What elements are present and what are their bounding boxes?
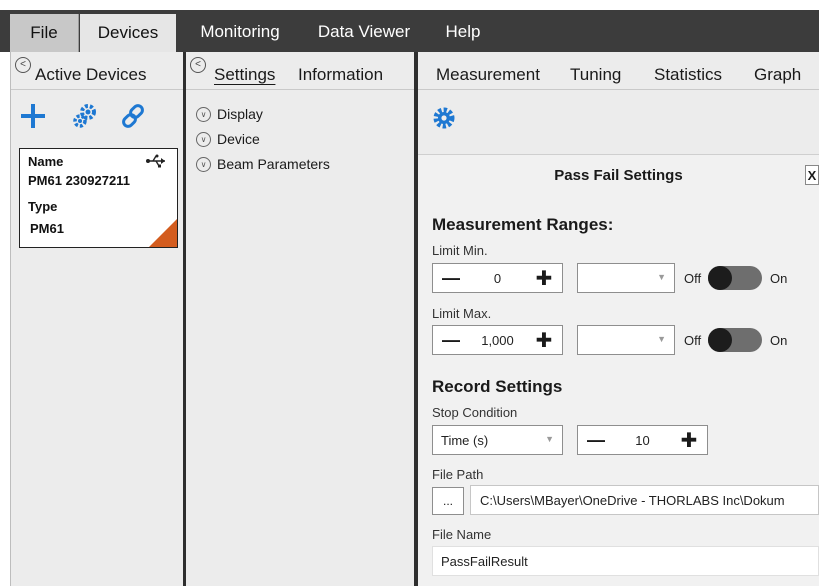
close-button[interactable]: X bbox=[805, 165, 819, 185]
device-name-value: PM61 230927211 bbox=[28, 173, 130, 188]
file-path-input[interactable]: C:\Users\MBayer\OneDrive - THORLABS Inc\… bbox=[470, 485, 819, 515]
limit-max-stepper: — 1,000 ✚ bbox=[432, 325, 563, 355]
menu-monitoring[interactable]: Monitoring bbox=[188, 12, 292, 52]
tab-statistics[interactable]: Statistics bbox=[654, 65, 722, 85]
link-icon[interactable] bbox=[119, 102, 147, 130]
settings-panel: < Settings Information ∨ Display ∨ Devic… bbox=[186, 52, 414, 586]
limit-max-value[interactable]: 1,000 bbox=[469, 333, 526, 348]
limit-min-label: Limit Min. bbox=[432, 243, 488, 258]
decrement-button[interactable]: — bbox=[578, 430, 614, 451]
measurement-tabs: Measurement Tuning Statistics Graph bbox=[418, 52, 819, 90]
tree-item-label: Display bbox=[217, 106, 263, 122]
increment-button[interactable]: ✚ bbox=[671, 428, 707, 453]
menu-help[interactable]: Help bbox=[438, 12, 488, 52]
tree-item-beam-parameters[interactable]: ∨ Beam Parameters bbox=[196, 154, 330, 174]
chevron-down-icon: ▼ bbox=[657, 334, 666, 344]
toggle-knob bbox=[708, 328, 732, 352]
limit-max-on-label: On bbox=[770, 333, 788, 348]
stop-value[interactable]: 10 bbox=[614, 433, 671, 448]
gears-icon[interactable] bbox=[71, 102, 99, 130]
limit-max-toggle[interactable] bbox=[708, 328, 762, 352]
left-margin bbox=[0, 52, 10, 586]
usb-icon bbox=[146, 154, 165, 168]
device-type-label: Type bbox=[28, 199, 58, 214]
file-name-label: File Name bbox=[432, 527, 492, 542]
tab-measurement[interactable]: Measurement bbox=[436, 65, 540, 85]
pass-fail-dialog: Pass Fail Settings X Measurement Ranges:… bbox=[418, 154, 819, 586]
toggle-knob bbox=[708, 266, 732, 290]
tree-item-label: Beam Parameters bbox=[217, 156, 330, 172]
limit-max-off-label: Off bbox=[684, 333, 702, 348]
menu-devices[interactable]: Devices bbox=[80, 14, 176, 52]
active-devices-panel: < Active Devices Name PM61 230927211 Typ… bbox=[10, 52, 183, 586]
menu-bar: File Devices Monitoring Data Viewer Help bbox=[0, 0, 819, 52]
record-settings-title: Record Settings bbox=[432, 377, 563, 396]
measurement-panel: Measurement Tuning Statistics Graph Pass… bbox=[418, 52, 819, 586]
stop-condition-dropdown[interactable]: Time (s) ▼ bbox=[432, 425, 563, 455]
menu-file[interactable]: File bbox=[10, 14, 79, 52]
tab-graph[interactable]: Graph bbox=[754, 65, 801, 85]
chevron-down-icon: ∨ bbox=[196, 131, 211, 147]
tree-item-display[interactable]: ∨ Display bbox=[196, 104, 263, 124]
tree-item-label: Device bbox=[217, 131, 260, 147]
active-devices-title: Active Devices bbox=[35, 65, 147, 84]
browse-button[interactable]: ... bbox=[432, 487, 464, 515]
limit-min-toggle[interactable] bbox=[708, 266, 762, 290]
collapse-settings-icon[interactable]: < bbox=[190, 57, 206, 73]
settings-header: < Settings Information bbox=[186, 52, 414, 90]
collapse-devices-icon[interactable]: < bbox=[15, 57, 31, 73]
menu-data-viewer[interactable]: Data Viewer bbox=[306, 12, 422, 52]
file-path-label: File Path bbox=[432, 467, 484, 482]
tab-information[interactable]: Information bbox=[298, 65, 383, 85]
gear-icon[interactable] bbox=[432, 106, 456, 130]
limit-min-off-label: Off bbox=[684, 271, 702, 286]
stop-condition-label: Stop Condition bbox=[432, 405, 518, 420]
limit-max-label: Limit Max. bbox=[432, 306, 492, 321]
limit-min-unit-dropdown[interactable]: ▼ bbox=[577, 263, 675, 293]
tab-settings[interactable]: Settings bbox=[214, 65, 275, 85]
device-status-corner bbox=[149, 219, 177, 247]
add-icon[interactable] bbox=[19, 102, 47, 130]
device-type-value: PM61 bbox=[30, 221, 64, 236]
limit-min-on-label: On bbox=[770, 271, 788, 286]
increment-button[interactable]: ✚ bbox=[526, 266, 562, 291]
chevron-down-icon: ▼ bbox=[545, 434, 554, 444]
chevron-down-icon: ▼ bbox=[657, 272, 666, 282]
increment-button[interactable]: ✚ bbox=[526, 328, 562, 353]
file-name-input[interactable]: PassFailResult bbox=[432, 546, 819, 576]
limit-min-stepper: — 0 ✚ bbox=[432, 263, 563, 293]
stop-condition-value: Time (s) bbox=[441, 433, 489, 448]
device-card[interactable]: Name PM61 230927211 Type PM61 bbox=[19, 148, 178, 248]
tree-item-device[interactable]: ∨ Device bbox=[196, 129, 260, 149]
limit-max-unit-dropdown[interactable]: ▼ bbox=[577, 325, 675, 355]
active-devices-header: < Active Devices bbox=[11, 52, 183, 90]
measurement-ranges-title: Measurement Ranges: bbox=[432, 215, 614, 234]
chevron-down-icon: ∨ bbox=[196, 106, 211, 122]
device-name-label: Name bbox=[28, 154, 64, 169]
decrement-button[interactable]: — bbox=[433, 330, 469, 351]
chevron-down-icon: ∨ bbox=[196, 156, 211, 172]
pass-fail-title: Pass Fail Settings bbox=[554, 167, 683, 184]
stop-value-stepper: — 10 ✚ bbox=[577, 425, 708, 455]
limit-min-value[interactable]: 0 bbox=[469, 271, 526, 286]
tab-tuning[interactable]: Tuning bbox=[570, 65, 621, 85]
decrement-button[interactable]: — bbox=[433, 268, 469, 289]
